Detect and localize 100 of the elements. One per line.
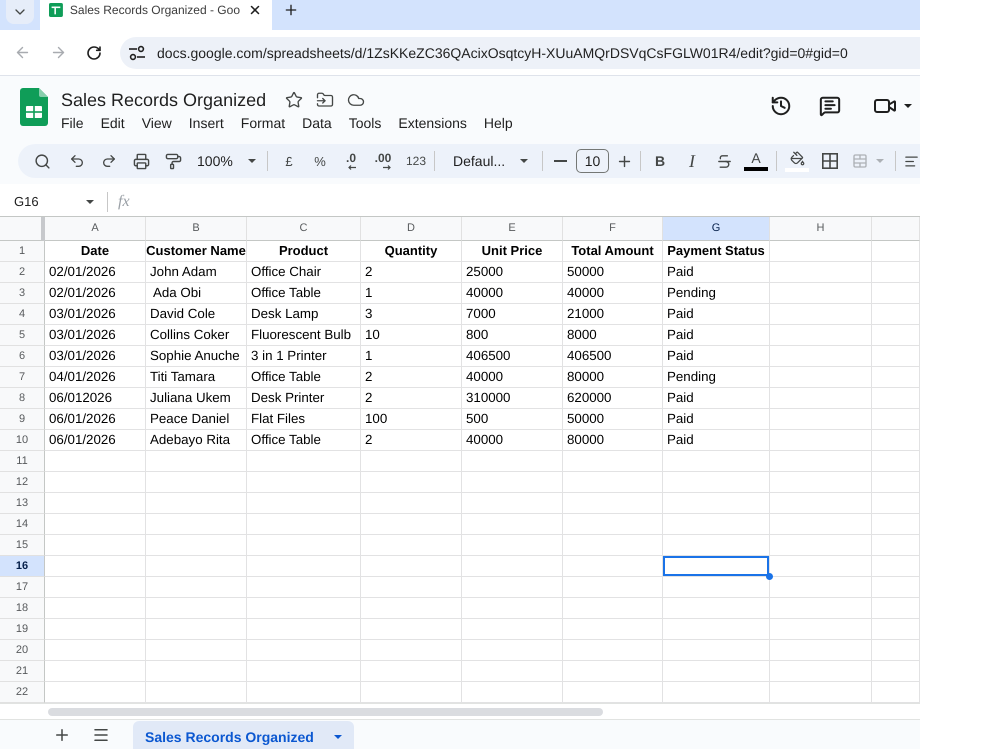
row-number[interactable]: 4 [0,304,45,325]
empty-cell[interactable] [563,451,663,472]
empty-cell[interactable] [146,577,247,598]
table-cell[interactable]: 80000 [563,430,663,451]
empty-cell[interactable] [563,535,663,556]
empty-cell[interactable] [361,493,462,514]
empty-cell[interactable] [247,577,361,598]
table-cell[interactable]: 40000 [462,283,563,304]
empty-cell[interactable] [770,661,872,682]
table-cell[interactable]: Flat Files [247,409,361,430]
comments-button[interactable] [819,95,841,117]
empty-cell[interactable] [663,598,770,619]
row-number[interactable]: 18 [0,598,45,619]
row-number[interactable]: 17 [0,577,45,598]
site-settings-icon[interactable] [128,44,146,62]
table-cell[interactable]: Ada Obi [146,283,247,304]
table-cell[interactable]: Paid [663,346,770,367]
empty-cell[interactable] [872,451,920,472]
empty-cell[interactable] [770,304,872,325]
row-number[interactable]: 11 [0,451,45,472]
move-button[interactable] [316,91,334,109]
text-color-button[interactable]: A [740,147,772,175]
empty-cell[interactable] [872,262,920,283]
empty-cell[interactable] [361,514,462,535]
empty-cell[interactable] [361,556,462,577]
table-cell[interactable]: 03/01/2026 [45,304,146,325]
table-cell[interactable]: 406500 [563,346,663,367]
empty-cell[interactable] [146,514,247,535]
menu-item[interactable]: Insert [188,113,224,133]
name-box[interactable]: G16 [14,190,100,212]
document-title[interactable]: Sales Records Organized [61,88,266,112]
empty-cell[interactable] [770,262,872,283]
empty-cell[interactable] [663,661,770,682]
empty-cell[interactable] [663,640,770,661]
empty-cell[interactable] [247,619,361,640]
empty-cell[interactable] [462,535,563,556]
empty-cell[interactable] [770,514,872,535]
empty-cell[interactable] [146,598,247,619]
empty-cell[interactable] [462,661,563,682]
column-header[interactable] [872,217,920,241]
empty-cell[interactable] [663,493,770,514]
empty-cell[interactable] [872,304,920,325]
table-cell[interactable]: Titi Tamara [146,367,247,388]
empty-cell[interactable] [462,640,563,661]
header-cell[interactable]: Date [45,241,146,262]
table-cell[interactable]: Paid [663,409,770,430]
table-cell[interactable]: Office Chair [247,262,361,283]
table-cell[interactable]: 7000 [462,304,563,325]
empty-cell[interactable] [872,388,920,409]
row-number[interactable]: 19 [0,619,45,640]
column-header[interactable]: A [45,217,146,241]
empty-cell[interactable] [663,451,770,472]
empty-cell[interactable] [247,514,361,535]
empty-cell[interactable] [663,577,770,598]
empty-cell[interactable] [872,577,920,598]
zoom-dropdown[interactable]: 100% [189,147,261,175]
history-button[interactable] [770,95,792,117]
column-header[interactable]: C [247,217,361,241]
header-cell[interactable]: Quantity [361,241,462,262]
empty-cell[interactable] [146,493,247,514]
empty-cell[interactable] [872,283,920,304]
header-cell[interactable]: Total Amount [563,241,663,262]
percent-button[interactable]: % [304,147,336,175]
empty-cell[interactable] [563,598,663,619]
table-cell[interactable]: Sophie Anuche [146,346,247,367]
empty-cell[interactable] [247,556,361,577]
table-cell[interactable]: 06/012026 [45,388,146,409]
table-cell[interactable]: 06/01/2026 [45,430,146,451]
empty-cell[interactable] [146,661,247,682]
scrollbar-thumb[interactable] [48,708,603,716]
empty-cell[interactable] [872,556,920,577]
table-cell[interactable]: 50000 [563,409,663,430]
empty-cell[interactable] [770,451,872,472]
empty-cell[interactable] [872,346,920,367]
empty-cell[interactable] [563,556,663,577]
empty-cell[interactable] [872,493,920,514]
table-cell[interactable]: Desk Lamp [247,304,361,325]
table-cell[interactable]: Paid [663,388,770,409]
empty-cell[interactable] [563,493,663,514]
empty-cell[interactable] [462,556,563,577]
row-number[interactable]: 6 [0,346,45,367]
table-cell[interactable]: 02/01/2026 [45,283,146,304]
empty-cell[interactable] [361,451,462,472]
table-cell[interactable]: 310000 [462,388,563,409]
empty-cell[interactable] [361,472,462,493]
empty-cell[interactable] [770,598,872,619]
empty-cell[interactable] [663,514,770,535]
column-header[interactable]: E [462,217,563,241]
table-cell[interactable]: Adebayo Rita [146,430,247,451]
sheet-tab[interactable]: Sales Records Organized [133,721,354,749]
menu-item[interactable]: Tools [348,113,382,133]
empty-cell[interactable] [462,577,563,598]
empty-cell[interactable] [872,640,920,661]
empty-cell[interactable] [770,535,872,556]
table-cell[interactable]: 1 [361,283,462,304]
empty-cell[interactable] [146,619,247,640]
table-cell[interactable]: 8000 [563,325,663,346]
table-cell[interactable]: 40000 [462,367,563,388]
selected-cell[interactable] [663,556,770,577]
table-cell[interactable]: Peace Daniel [146,409,247,430]
